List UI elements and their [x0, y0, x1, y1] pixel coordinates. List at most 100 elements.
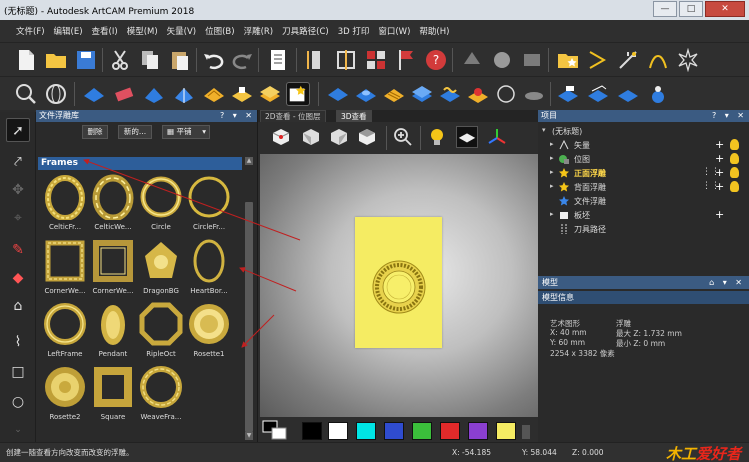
visibility-bulb-icon[interactable]	[730, 167, 739, 178]
cube-top-icon[interactable]	[356, 126, 378, 148]
node-edit-icon[interactable]: ⤤	[6, 150, 30, 174]
swatch-cyan[interactable]	[356, 422, 376, 440]
blue-tile-icon[interactable]	[326, 82, 350, 106]
add-icon[interactable]: +	[715, 152, 724, 165]
cube-side-icon[interactable]	[328, 126, 350, 148]
open-folder-icon[interactable]	[44, 48, 68, 72]
notes-icon[interactable]	[266, 48, 290, 72]
library-tile-ripleoct[interactable]: RipleOct	[136, 301, 186, 365]
library-tile-leftframe[interactable]: LeftFrame	[40, 301, 90, 365]
collapse-icon[interactable]: ▾	[542, 126, 546, 134]
star-burst-icon[interactable]	[676, 48, 700, 72]
menu-window[interactable]: 窗口(W)	[378, 25, 410, 37]
tree-item-bitmaps[interactable]: ▸ 位图 +	[538, 152, 749, 166]
new-button[interactable]: 新的...	[118, 125, 152, 139]
tab-3d-view[interactable]: 3D查看	[336, 110, 372, 122]
expand-icon[interactable]: ▸	[550, 168, 554, 176]
tree-item-vectors[interactable]: ▸ 矢量 +	[538, 138, 749, 152]
maximize-button[interactable]: □	[679, 1, 703, 17]
sweep-icon[interactable]	[172, 82, 196, 106]
flag-icon[interactable]	[394, 48, 418, 72]
expand-icon[interactable]: ▸	[550, 154, 554, 162]
menu-toolpaths[interactable]: 刀具路径(C)	[282, 25, 329, 37]
swatch-white[interactable]	[328, 422, 348, 440]
library-tile-heartbor[interactable]: HeartBor...	[184, 238, 234, 302]
bounds-icon[interactable]	[334, 48, 358, 72]
transform-icon[interactable]: ✥	[6, 178, 30, 202]
undo-icon[interactable]	[202, 48, 226, 72]
swatch-green[interactable]	[412, 422, 432, 440]
library-tile-weavefra[interactable]: WeaveFra...	[136, 364, 186, 428]
relief-erase-icon[interactable]	[460, 48, 484, 72]
smooth-icon[interactable]	[522, 82, 546, 106]
gold-sphere-icon[interactable]	[466, 82, 490, 106]
scroll-thumb[interactable]	[245, 202, 253, 432]
menu-edit[interactable]: 编辑(E)	[54, 25, 83, 37]
shaded-plane-icon[interactable]	[456, 126, 478, 148]
scroll-down-icon[interactable]: ▼	[245, 432, 253, 440]
more-tools-icon[interactable]: ⌄	[6, 418, 30, 442]
extrude-icon[interactable]	[142, 82, 166, 106]
relief-edit-icon[interactable]	[520, 48, 544, 72]
add-icon[interactable]: +	[715, 166, 724, 179]
expand-icon[interactable]: ▸	[550, 182, 554, 190]
select-arrow-icon[interactable]: ➚	[6, 118, 30, 142]
view-mode-select[interactable]: ▦ 平铺 ▾	[162, 125, 210, 139]
expand-icon[interactable]: ▸	[550, 210, 554, 218]
panel-controls[interactable]: ? ▾ ✕	[712, 110, 747, 122]
iso-view-icon[interactable]	[270, 126, 292, 148]
tab-2d-view[interactable]: 2D查看 - 位图层	[260, 110, 326, 122]
visibility-bulb-icon[interactable]	[730, 181, 739, 192]
layer-blue-icon[interactable]	[410, 82, 434, 106]
cube-front-icon[interactable]	[300, 126, 322, 148]
3d-canvas[interactable]	[260, 154, 538, 417]
scroll-up-icon[interactable]: ▲	[245, 157, 253, 165]
relief-shape-icon[interactable]	[82, 82, 106, 106]
delete-button[interactable]: 删除	[82, 125, 108, 139]
swatch-black[interactable]	[302, 422, 322, 440]
library-tile-celticwe[interactable]: CelticWe...	[88, 174, 138, 238]
library-tile-circlefr[interactable]: CircleFr...	[184, 174, 234, 238]
menu-relief[interactable]: 浮雕(R)	[244, 25, 274, 37]
menu-help[interactable]: 帮助(H)	[419, 25, 449, 37]
grid-icon[interactable]	[364, 48, 388, 72]
tree-item-toolpaths[interactable]: 刀具路径	[538, 222, 749, 236]
save-icon[interactable]	[74, 48, 98, 72]
library-tile-circle[interactable]: Circle	[136, 174, 186, 238]
pencil-icon[interactable]: ✎	[6, 238, 30, 262]
swatch-yellow[interactable]	[496, 422, 516, 440]
expand-icon[interactable]: ▸	[550, 140, 554, 148]
tree-item-back-relief[interactable]: ▸ 背面浮雕 ⋮⋮ +	[538, 180, 749, 194]
category-header[interactable]: Frames	[38, 157, 242, 170]
relief-stack-icon[interactable]	[258, 82, 282, 106]
library-tile-cornerwe-1[interactable]: CornerWe...	[40, 238, 90, 302]
menu-file[interactable]: 文件(F)	[16, 25, 45, 37]
wave-relief-icon[interactable]	[438, 82, 462, 106]
add-icon[interactable]: +	[715, 180, 724, 193]
snap-icon[interactable]: ⌖	[6, 206, 30, 230]
redo-icon[interactable]	[230, 48, 254, 72]
library-tile-square[interactable]: Square	[88, 364, 138, 428]
axes-icon[interactable]	[486, 126, 508, 148]
tree-root[interactable]: ▾ (无标题)	[538, 124, 749, 138]
tree-item-front-relief[interactable]: ▸ 正面浮雕 ⋮⋮ +	[538, 166, 749, 180]
relief-block-icon[interactable]	[230, 82, 254, 106]
ridges-icon[interactable]	[382, 82, 406, 106]
weave-icon[interactable]	[494, 82, 518, 106]
stamp-icon[interactable]	[646, 82, 670, 106]
zoom-magnifier-icon[interactable]	[14, 82, 38, 106]
menu-vector[interactable]: 矢量(V)	[167, 25, 196, 37]
fill-eraser-icon[interactable]: ◆	[6, 266, 30, 290]
menu-model[interactable]: 模型(M)	[127, 25, 158, 37]
menu-3d-print[interactable]: 3D 打印	[338, 25, 370, 37]
library-tile-rosette1[interactable]: Rosette1	[184, 301, 234, 365]
new-file-icon[interactable]	[14, 48, 38, 72]
library-scrollbar[interactable]: ▲ ▼	[243, 157, 255, 442]
flat-icon[interactable]	[616, 82, 640, 106]
relief-tools-icon[interactable]	[490, 48, 514, 72]
tree-item-file-relief[interactable]: 文件浮雕	[538, 194, 749, 208]
help-icon[interactable]: ?	[424, 48, 448, 72]
copy-icon[interactable]	[138, 48, 162, 72]
swatch-purple[interactable]	[468, 422, 488, 440]
palette-scroll[interactable]	[522, 425, 530, 439]
